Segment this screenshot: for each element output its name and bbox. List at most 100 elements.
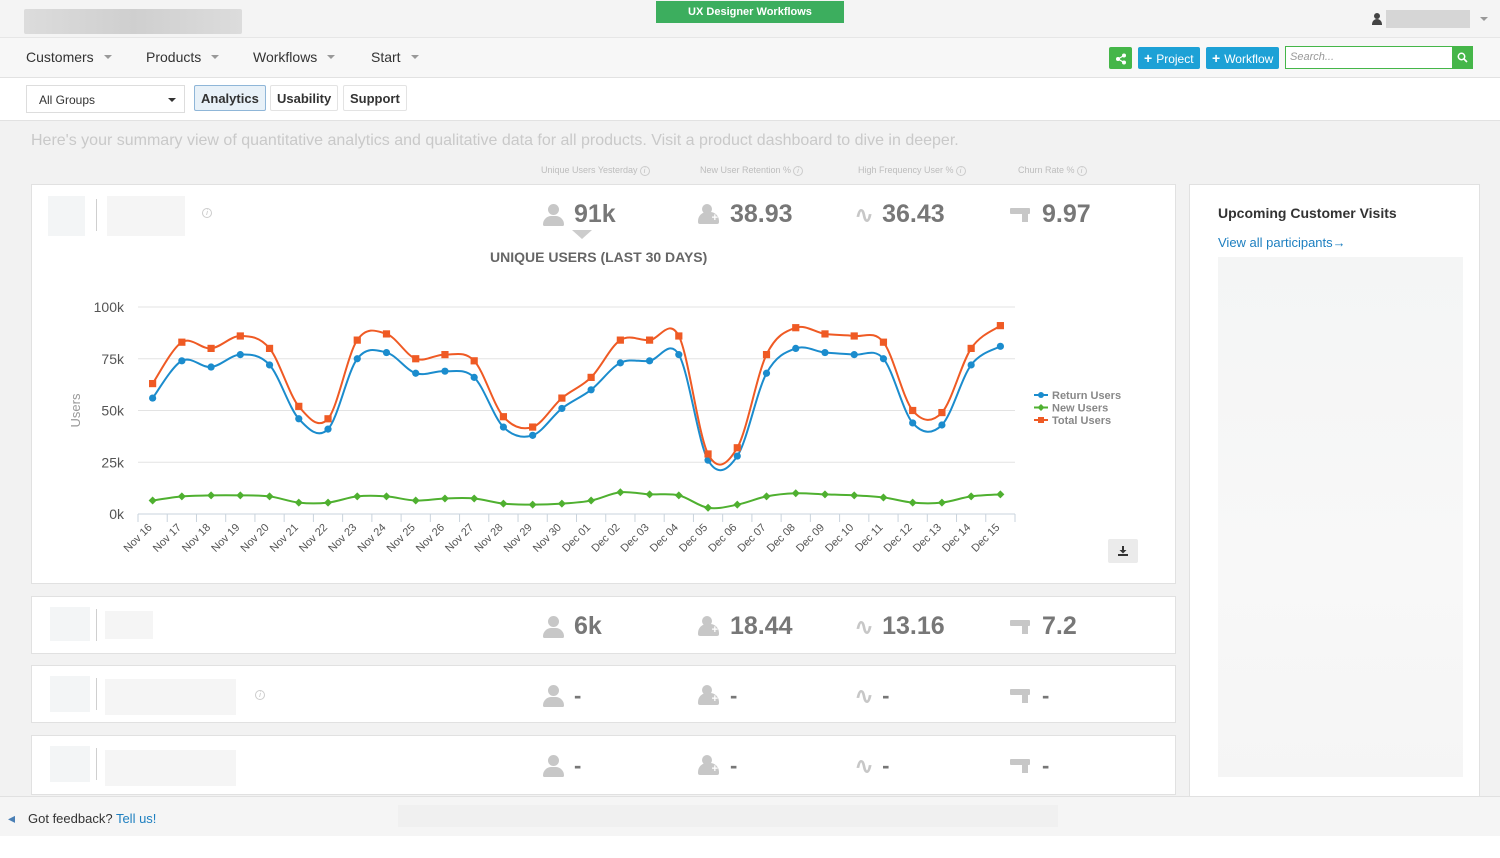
metric-retention: 38.93: [698, 200, 793, 229]
user-menu[interactable]: [1372, 10, 1488, 28]
data-point: [236, 491, 245, 500]
legend-marker: [1038, 417, 1044, 423]
product-card[interactable]: - - ∿- -: [31, 735, 1176, 795]
user-icon: [1372, 13, 1382, 25]
metric-churn: 9.97: [1010, 200, 1091, 229]
view-participants-link[interactable]: View all participants→: [1218, 235, 1346, 250]
y-tick-label: 25k: [101, 454, 125, 470]
info-icon[interactable]: i: [639, 166, 650, 176]
data-point: [645, 490, 654, 499]
metric-churn: -: [1010, 753, 1049, 779]
search-button[interactable]: [1452, 46, 1473, 69]
tab-analytics[interactable]: Analytics: [194, 85, 266, 111]
data-point: [295, 415, 303, 423]
header-churn: Churn Rate % i: [1018, 165, 1087, 176]
search-input[interactable]: Search...: [1285, 46, 1453, 69]
data-point: [528, 500, 537, 509]
product-card[interactable]: 6k 18.44 ∿13.16 7.2: [31, 596, 1176, 654]
data-point: [412, 369, 420, 377]
metric-unique-users: -: [542, 753, 581, 779]
x-tick-label: Dec 15: [969, 522, 1002, 555]
group-select[interactable]: All Groups: [26, 85, 185, 113]
main-nav: Customers Products Workflows Start + Proj…: [0, 38, 1500, 78]
data-point: [850, 332, 858, 340]
faucet-icon: [1010, 754, 1034, 778]
share-button[interactable]: [1109, 47, 1132, 69]
data-point: [149, 379, 157, 388]
data-point: [149, 394, 157, 402]
data-point: [295, 402, 303, 410]
legend-label: Total Users: [1052, 415, 1111, 427]
info-icon[interactable]: i: [955, 166, 966, 176]
data-point: [909, 419, 917, 427]
info-icon[interactable]: i: [255, 690, 265, 700]
data-point: [382, 348, 391, 357]
x-tick-label: Nov 30: [531, 522, 564, 555]
chevron-down-icon: [327, 55, 336, 59]
header-high-frequency: High Frequency User % i: [858, 165, 966, 176]
wave-icon: ∿: [854, 752, 875, 780]
data-point: [996, 490, 1005, 499]
x-tick-label: Nov 26: [414, 522, 447, 555]
x-tick-label: Nov 28: [472, 522, 505, 555]
data-point: [850, 491, 859, 500]
info-icon[interactable]: i: [1076, 166, 1087, 176]
data-point: [821, 348, 829, 357]
x-tick-label: Dec 14: [940, 522, 973, 555]
feedback-link[interactable]: Tell us!: [116, 811, 156, 826]
add-workflow-button[interactable]: + Workflow: [1206, 47, 1280, 69]
nav-workflows[interactable]: Workflows: [253, 49, 336, 65]
data-point: [557, 499, 566, 508]
y-tick-label: 50k: [101, 403, 125, 419]
product-card[interactable]: i - - ∿- -: [31, 665, 1176, 723]
tab-usability[interactable]: Usability: [270, 85, 339, 111]
data-point: [967, 361, 975, 369]
faucet-icon: [1010, 615, 1034, 639]
x-tick-label: Dec 09: [794, 522, 827, 555]
data-point: [411, 496, 420, 505]
tab-support[interactable]: Support: [343, 85, 407, 111]
nav-customers[interactable]: Customers: [26, 49, 112, 65]
data-point: [236, 351, 244, 359]
nav-products[interactable]: Products: [146, 49, 220, 65]
info-icon[interactable]: i: [793, 166, 804, 176]
x-tick-label: Nov 18: [180, 522, 213, 555]
metric-high-frequency: ∿ 13.16: [854, 612, 945, 641]
x-tick-label: Dec 08: [765, 522, 798, 555]
search-icon: [1457, 52, 1468, 63]
product-logo: [48, 196, 85, 236]
data-point: [792, 324, 800, 332]
x-tick-label: Dec 02: [589, 522, 622, 555]
x-tick-label: Dec 12: [882, 522, 915, 555]
data-point: [265, 361, 274, 369]
download-button[interactable]: [1108, 539, 1138, 563]
x-tick-label: Dec 07: [736, 522, 769, 555]
data-point: [587, 496, 596, 505]
add-user-icon: [698, 615, 722, 639]
faucet-icon: [1010, 684, 1034, 708]
workspace-badge[interactable]: UX Designer Workflows: [656, 1, 844, 23]
divider: [96, 609, 97, 641]
data-point: [558, 394, 566, 402]
data-point: [294, 498, 303, 507]
share-icon: [1115, 53, 1126, 65]
data-point: [499, 499, 508, 508]
summary-text: Here's your summary view of quantitative…: [31, 132, 959, 149]
data-point: [616, 336, 624, 344]
data-point: [265, 344, 274, 352]
add-project-button[interactable]: + Project: [1138, 47, 1200, 69]
y-tick-label: 75k: [101, 351, 125, 367]
download-icon: [1118, 546, 1128, 557]
legend-marker: [1038, 392, 1044, 398]
info-icon[interactable]: i: [202, 208, 212, 218]
company-logo[interactable]: [24, 9, 242, 34]
y-tick-label: 100k: [94, 299, 125, 315]
user-icon: [542, 754, 566, 778]
data-point: [762, 492, 771, 501]
nav-start[interactable]: Start: [371, 49, 419, 65]
data-point: [879, 493, 888, 502]
data-point: [382, 492, 391, 501]
data-point: [674, 491, 683, 500]
data-point: [704, 503, 713, 512]
x-tick-label: Nov 27: [443, 522, 476, 555]
